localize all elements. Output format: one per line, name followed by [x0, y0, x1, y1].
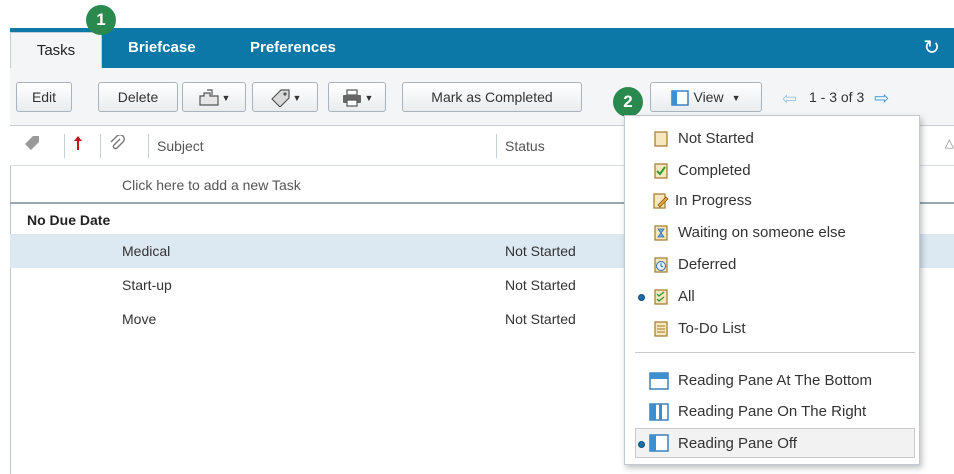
completed-icon	[654, 163, 668, 179]
menu-item-label: Completed	[678, 162, 751, 179]
chevron-down-icon: ▼	[292, 93, 302, 104]
menu-item-waiting[interactable]: Waiting on someone else	[625, 218, 919, 248]
tag-icon	[270, 89, 290, 109]
task-status: Not Started	[505, 243, 576, 259]
pager: ⇦ 1 - 3 of 3 ⇨	[782, 82, 952, 112]
refresh-icon[interactable]: ↻	[923, 28, 940, 68]
menu-item-in-progress[interactable]: In Progress	[625, 186, 919, 216]
menu-separator	[635, 352, 915, 353]
menu-item-label: Reading Pane At The Bottom	[678, 372, 873, 389]
menu-item-reading-pane-right[interactable]: Reading Pane On The Right	[625, 397, 919, 427]
task-status: Not Started	[505, 311, 576, 327]
menu-item-label: Reading Pane Off	[678, 435, 797, 452]
callout-badge-1: 1	[86, 5, 116, 35]
menu-item-reading-pane-bottom[interactable]: Reading Pane At The Bottom	[625, 366, 919, 396]
move-button[interactable]: ▼	[182, 82, 246, 112]
prev-page-icon[interactable]: ⇦	[782, 88, 797, 108]
not-started-icon	[654, 131, 668, 147]
move-to-folder-icon	[198, 89, 219, 106]
tab-preferences[interactable]: Preferences	[250, 28, 336, 68]
task-subject: Start-up	[122, 277, 172, 293]
chevron-down-icon: ▼	[731, 93, 741, 104]
menu-item-deferred[interactable]: Deferred	[625, 250, 919, 280]
next-page-icon[interactable]: ⇨	[874, 88, 889, 108]
selected-bullet-icon	[638, 441, 645, 448]
menu-item-label: Not Started	[678, 130, 754, 147]
reading-pane-right-icon	[649, 403, 669, 421]
menu-item-todo-list[interactable]: To-Do List	[625, 314, 919, 344]
menu-item-completed[interactable]: Completed	[625, 156, 919, 186]
callout-badge-2: 2	[613, 87, 643, 117]
selected-bullet-icon	[638, 294, 645, 301]
sort-icon[interactable]: △	[945, 136, 954, 150]
task-status: Not Started	[505, 277, 576, 293]
tag-column-icon[interactable]	[10, 134, 50, 158]
task-subject: Move	[122, 311, 157, 327]
printer-icon	[342, 89, 361, 107]
view-button-label: View	[693, 89, 724, 105]
tag-button[interactable]: ▼	[252, 82, 318, 112]
menu-item-label: To-Do List	[678, 320, 746, 337]
tab-briefcase[interactable]: Briefcase	[128, 28, 196, 68]
view-menu: Not Started Completed In Progress Waitin…	[624, 115, 920, 465]
tab-tasks[interactable]: Tasks	[10, 32, 102, 68]
menu-item-label: Reading Pane On The Right	[678, 403, 867, 420]
menu-item-reading-pane-off[interactable]: Reading Pane Off	[635, 428, 915, 458]
menu-item-all[interactable]: All	[625, 282, 919, 312]
menu-item-label: Deferred	[678, 256, 737, 273]
delete-button[interactable]: Delete	[98, 82, 178, 112]
chevron-down-icon: ▼	[221, 93, 231, 104]
in-progress-icon	[653, 193, 669, 209]
edit-button[interactable]: Edit	[16, 82, 72, 112]
print-button[interactable]: ▼	[328, 82, 386, 112]
mark-completed-button[interactable]: Mark as Completed	[402, 82, 582, 112]
deferred-icon	[654, 257, 668, 273]
subject-column-header[interactable]: Subject	[148, 134, 488, 158]
add-task-hint: Click here to add a new Task	[122, 177, 301, 193]
reading-pane-bottom-icon	[649, 372, 669, 390]
menu-item-not-started[interactable]: Not Started	[625, 124, 919, 154]
tab-bar: Tasks Briefcase Preferences ↻	[10, 28, 954, 68]
menu-item-label: Waiting on someone else	[678, 224, 846, 241]
view-button[interactable]: View ▼	[650, 82, 762, 112]
reading-pane-icon	[671, 90, 690, 106]
waiting-icon	[654, 225, 668, 241]
reading-pane-off-icon	[649, 434, 669, 452]
pager-count: 1 - 3 of 3	[808, 89, 865, 105]
priority-column-icon[interactable]	[64, 134, 94, 158]
status-column-header[interactable]: Status	[496, 134, 616, 158]
todo-list-icon	[654, 321, 668, 337]
menu-item-label: All	[678, 288, 695, 305]
attachment-column-icon[interactable]	[100, 134, 140, 158]
chevron-down-icon: ▼	[364, 93, 374, 104]
task-subject: Medical	[122, 243, 171, 259]
menu-item-label: In Progress	[675, 192, 752, 209]
all-icon	[654, 289, 668, 305]
